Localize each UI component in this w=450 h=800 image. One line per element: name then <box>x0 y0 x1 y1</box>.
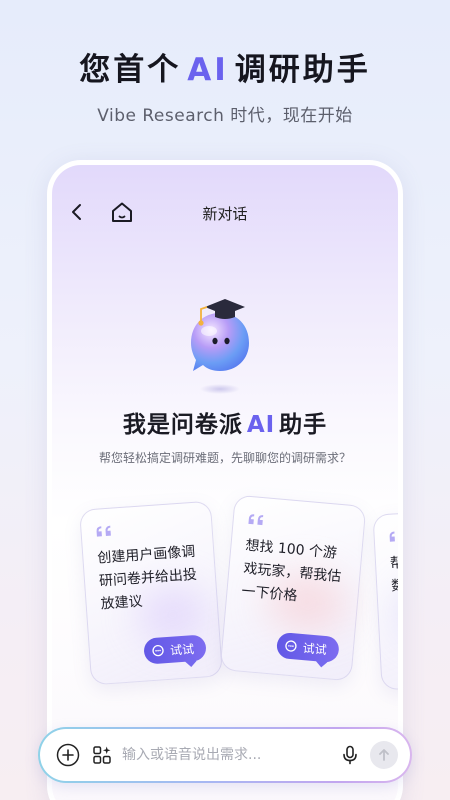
graduate-bubble-mascot <box>191 299 249 394</box>
quote-icon <box>389 530 398 542</box>
apps-sparkle-icon[interactable] <box>92 745 112 765</box>
suggestion-card[interactable]: 帮我分析Excel数据洞察结论 <box>372 507 398 691</box>
assistant-greeting-subtitle: 帮您轻松搞定调研难题，先聊聊您的调研需求？ <box>98 451 351 465</box>
page-title: 新对话 <box>202 205 248 223</box>
chat-screen: 新对话 我是问卷派 AI 助手 帮您轻松搞定调研难题，先聊聊您的调研需求？ 创建… <box>52 165 398 800</box>
suggestion-text: 创建用户画像调研问卷并给出投放建议 <box>96 543 198 613</box>
send-button[interactable] <box>370 741 398 769</box>
suggestion-text: 帮我分析Excel数据洞察结论 <box>389 550 398 595</box>
chat-bubble-icon <box>152 645 164 657</box>
chat-input-bar <box>38 727 412 783</box>
greeting-ai: AI <box>246 412 276 438</box>
promo-subtitle: Vibe Research 时代，现在开始 <box>97 106 353 126</box>
suggestion-card[interactable]: 想找 100 个游戏玩家，帮我估一下价格 试试 <box>219 494 367 682</box>
quote-icon <box>248 514 264 526</box>
chat-bubble-icon <box>285 640 297 652</box>
suggestion-text: 想找 100 个游戏玩家，帮我估一下价格 <box>240 537 342 605</box>
chat-input-inner <box>40 729 410 781</box>
phone-frame: 新对话 我是问卷派 AI 助手 帮您轻松搞定调研难题，先聊聊您的调研需求？ 创建… <box>47 160 403 800</box>
plus-icon[interactable] <box>56 743 80 767</box>
assistant-greeting-title: 我是问卷派 AI 助手 <box>122 412 328 438</box>
chat-input[interactable] <box>122 743 332 767</box>
arrow-up-icon <box>379 749 389 761</box>
try-button[interactable]: 试试 <box>143 634 207 665</box>
quote-icon <box>96 525 111 537</box>
try-button-label: 试试 <box>169 641 195 658</box>
microphone-icon[interactable] <box>342 745 358 765</box>
promo-title-ai: AI <box>187 52 229 88</box>
promo-title: 您首个 AI 调研助手 <box>79 52 371 88</box>
try-button-label: 试试 <box>302 640 328 657</box>
suggestion-card[interactable]: 创建用户画像调研问卷并给出投放建议 试试 <box>79 500 223 686</box>
try-button[interactable]: 试试 <box>275 631 340 664</box>
